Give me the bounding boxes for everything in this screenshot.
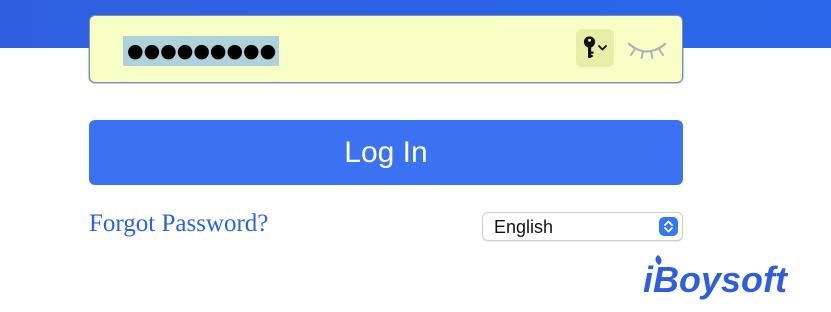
login-screen: ●●●●●●●●● Log In Forgot Password? Englis… — [0, 0, 831, 312]
language-select[interactable]: English — [482, 212, 683, 241]
password-field[interactable]: ●●●●●●●●● — [89, 15, 683, 83]
language-selected-value: English — [494, 217, 554, 237]
select-stepper-icon — [659, 217, 678, 236]
keychain-button[interactable] — [576, 29, 614, 67]
forgot-password-link[interactable]: Forgot Password? — [89, 208, 268, 240]
iboysoft-logo: iBoysoft — [643, 255, 789, 300]
logo-text: iBoysoft — [643, 259, 789, 300]
key-icon — [583, 36, 607, 58]
password-masked-value[interactable]: ●●●●●●●●● — [123, 36, 280, 66]
eye-closed-icon[interactable] — [625, 35, 669, 61]
login-button[interactable]: Log In — [89, 120, 683, 185]
